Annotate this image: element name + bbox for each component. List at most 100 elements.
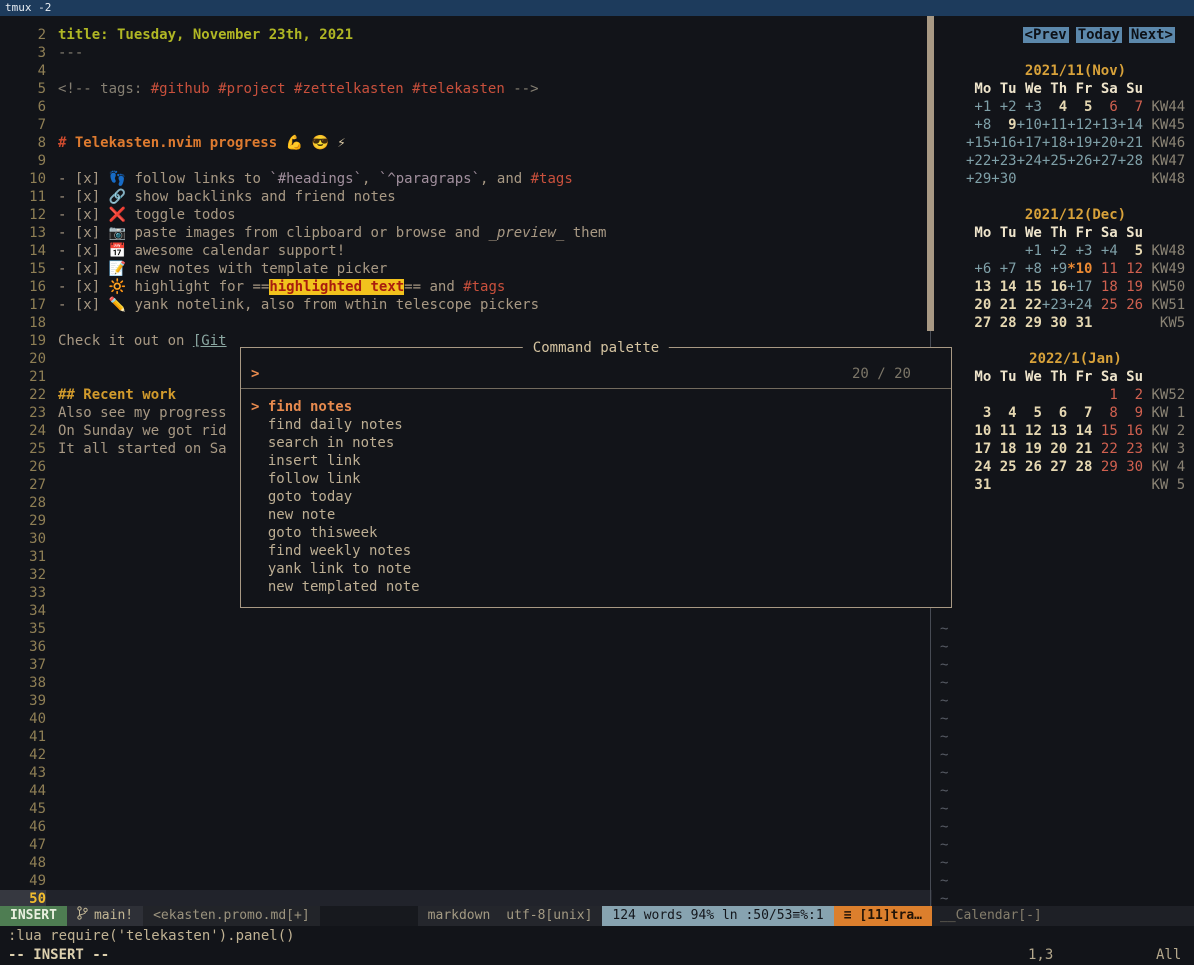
calendar-day[interactable]: 7: [1067, 405, 1092, 421]
editor-line[interactable]: 18: [0, 314, 932, 332]
editor-line[interactable]: 40: [0, 710, 932, 728]
calendar-day[interactable]: +3: [1067, 243, 1092, 259]
palette-item[interactable]: search in notes: [251, 434, 941, 452]
calendar-day[interactable]: +14: [1118, 117, 1143, 133]
calendar-day[interactable]: +10: [1017, 117, 1042, 133]
calendar-day[interactable]: 6: [1042, 405, 1067, 421]
calendar-day[interactable]: 21: [991, 297, 1016, 313]
calendar-day[interactable]: 24: [966, 459, 991, 475]
editor-line[interactable]: 7: [0, 116, 932, 134]
palette-item[interactable]: insert link: [251, 452, 941, 470]
calendar-day[interactable]: +15: [966, 135, 991, 151]
editor-line[interactable]: 2title: Tuesday, November 23th, 2021: [0, 26, 932, 44]
calendar-day[interactable]: +23: [1042, 297, 1067, 313]
palette-item[interactable]: new note: [251, 506, 941, 524]
calendar-day[interactable]: +18: [1042, 135, 1067, 151]
calendar-day[interactable]: 1: [1092, 387, 1117, 403]
editor-line[interactable]: 46: [0, 818, 932, 836]
editor-line[interactable]: 17- [x] ✏️ yank notelink, also from wthi…: [0, 296, 932, 314]
palette-item[interactable]: find daily notes: [251, 416, 941, 434]
calendar-day[interactable]: +1: [1017, 243, 1042, 259]
calendar-day[interactable]: +6: [966, 261, 991, 277]
calendar-day[interactable]: 7: [1118, 99, 1143, 115]
calendar-day[interactable]: 16: [1118, 423, 1143, 439]
calendar-day[interactable]: 21: [1067, 441, 1092, 457]
calendar-day[interactable]: +4: [1092, 243, 1117, 259]
editor-line[interactable]: 43: [0, 764, 932, 782]
calendar-day[interactable]: 22: [1017, 297, 1042, 313]
calendar-day[interactable]: 14: [991, 279, 1016, 295]
calendar-day[interactable]: 30: [1042, 315, 1067, 331]
calendar-day[interactable]: 18: [1092, 279, 1117, 295]
calendar-day[interactable]: +13: [1092, 117, 1117, 133]
palette-item[interactable]: yank link to note: [251, 560, 941, 578]
calendar-day[interactable]: +28: [1118, 153, 1143, 169]
calendar-day[interactable]: 15: [1017, 279, 1042, 295]
calendar-day[interactable]: +24: [1067, 297, 1092, 313]
calendar-day[interactable]: 11: [991, 423, 1016, 439]
calendar-day[interactable]: 25: [991, 459, 1016, 475]
calendar-day[interactable]: 4: [1042, 99, 1067, 115]
calendar-day[interactable]: +16: [991, 135, 1016, 151]
editor-line[interactable]: 39: [0, 692, 932, 710]
command-line[interactable]: :lua require('telekasten').panel(): [0, 926, 1194, 946]
calendar-day[interactable]: 22: [1092, 441, 1117, 457]
editor-line[interactable]: 47: [0, 836, 932, 854]
calendar-day[interactable]: +17: [1067, 279, 1092, 295]
calendar-day[interactable]: 12: [1017, 423, 1042, 439]
calendar-day[interactable]: +2: [1042, 243, 1067, 259]
calendar-day[interactable]: +2: [991, 99, 1016, 115]
calendar-day[interactable]: 3: [966, 405, 991, 421]
editor-line[interactable]: 50: [0, 890, 932, 906]
calendar-day[interactable]: +25: [1042, 153, 1067, 169]
editor-line[interactable]: 8# Telekasten.nvim progress 💪 😎 ⚡: [0, 134, 932, 152]
calendar-day[interactable]: 5: [1118, 243, 1143, 259]
calendar-day[interactable]: 25: [1092, 297, 1117, 313]
calendar-day[interactable]: +24: [1017, 153, 1042, 169]
calendar-day[interactable]: +12: [1067, 117, 1092, 133]
calendar-day[interactable]: 9: [1118, 405, 1143, 421]
palette-item[interactable]: goto today: [251, 488, 941, 506]
palette-prompt-input[interactable]: >20 / 20: [251, 365, 941, 383]
calendar-day[interactable]: +26: [1067, 153, 1092, 169]
calendar-day[interactable]: 20: [966, 297, 991, 313]
calendar-day[interactable]: +29: [966, 171, 991, 187]
editor-line[interactable]: 10- [x] 👣 follow links to `#headings`, `…: [0, 170, 932, 188]
palette-item[interactable]: new templated note: [251, 578, 941, 596]
calendar-day[interactable]: +1: [966, 99, 991, 115]
editor-line[interactable]: 11- [x] 🔗 show backlinks and friend note…: [0, 188, 932, 206]
calendar-day[interactable]: 23: [1118, 441, 1143, 457]
editor-line[interactable]: 3---: [0, 44, 932, 62]
calendar-day[interactable]: 6: [1092, 99, 1117, 115]
editor-line[interactable]: 45: [0, 800, 932, 818]
editor-line[interactable]: 49: [0, 872, 932, 890]
calendar-day[interactable]: +17: [1017, 135, 1042, 151]
calendar-day[interactable]: 26: [1118, 297, 1143, 313]
calendar-day[interactable]: +7: [991, 261, 1016, 277]
editor-line[interactable]: 41: [0, 728, 932, 746]
calendar-prev-button[interactable]: <Prev: [1023, 27, 1069, 43]
calendar-today-button[interactable]: Today: [1076, 27, 1122, 43]
calendar-day[interactable]: +8: [1017, 261, 1042, 277]
calendar-day[interactable]: 31: [1067, 315, 1092, 331]
palette-item[interactable]: > find notes: [251, 398, 941, 416]
calendar-day[interactable]: 20: [1042, 441, 1067, 457]
calendar-day[interactable]: 8: [1092, 405, 1117, 421]
calendar-day[interactable]: 13: [1042, 423, 1067, 439]
editor-line[interactable]: 48: [0, 854, 932, 872]
calendar-day[interactable]: +8: [966, 117, 991, 133]
editor-line[interactable]: 44: [0, 782, 932, 800]
calendar-day[interactable]: 27: [966, 315, 991, 331]
calendar-day[interactable]: +3: [1017, 99, 1042, 115]
editor-line[interactable]: 42: [0, 746, 932, 764]
palette-item[interactable]: goto thisweek: [251, 524, 941, 542]
calendar-day[interactable]: 19: [1118, 279, 1143, 295]
calendar-day[interactable]: +21: [1118, 135, 1143, 151]
calendar-day[interactable]: 4: [991, 405, 1016, 421]
calendar-day[interactable]: 10: [966, 423, 991, 439]
calendar-day[interactable]: 31: [966, 477, 991, 493]
calendar-day[interactable]: *10: [1067, 261, 1092, 277]
editor-line[interactable]: 14- [x] 📅 awesome calendar support!: [0, 242, 932, 260]
calendar-day[interactable]: 11: [1092, 261, 1117, 277]
calendar-day[interactable]: +27: [1092, 153, 1117, 169]
